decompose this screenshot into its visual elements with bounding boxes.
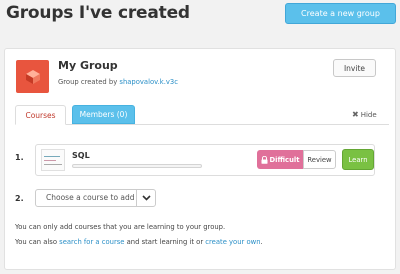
page-title: Groups I've created [6, 3, 190, 23]
group-logo [16, 60, 49, 93]
info-text-2-prefix: You can also [15, 238, 60, 246]
tab-members[interactable]: Members (0) [72, 105, 135, 124]
course-progress-bar [72, 164, 202, 168]
create-group-button[interactable]: Create a new group [285, 3, 396, 24]
create-own-link[interactable]: create your own [205, 238, 260, 246]
choose-course-select[interactable]: Choose a course to add [35, 189, 156, 207]
course-thumbnail[interactable] [41, 149, 65, 171]
lock-icon [261, 155, 267, 164]
difficult-button[interactable]: Difficult [257, 150, 303, 169]
search-course-link[interactable]: search for a course [59, 238, 124, 246]
creator-link[interactable]: shapovalov.k.v3c [119, 78, 178, 86]
learn-button[interactable]: Learn [342, 149, 374, 170]
group-logo-icon [25, 69, 40, 84]
info-text-2-suffix: . [260, 238, 263, 246]
group-name: My Group [58, 59, 118, 72]
review-button[interactable]: Review [303, 150, 336, 169]
created-by-label: Group created by [58, 78, 120, 86]
info-text-2: You can also search for a course and sta… [15, 238, 263, 246]
difficult-label: Difficult [269, 155, 300, 164]
info-text-1: You can only add courses that you are le… [15, 223, 226, 231]
invite-button[interactable]: Invite [333, 59, 376, 77]
course-row: SQL Difficult Review Learn [35, 144, 375, 176]
hide-link[interactable]: ✖ Hide [352, 110, 377, 119]
group-created-by: Group created by shapovalov.k.v3c [58, 78, 178, 86]
add-course-number: 2. [15, 194, 24, 203]
tab-courses[interactable]: Courses [15, 105, 66, 125]
hide-label: Hide [360, 110, 377, 119]
chevron-down-icon[interactable] [136, 190, 155, 206]
group-card: My Group Group created by shapovalov.k.v… [4, 48, 396, 270]
close-icon: ✖ [352, 110, 359, 119]
info-text-2-middle: and start learning it or [124, 238, 206, 246]
course-number: 1. [15, 153, 24, 162]
choose-course-value: Choose a course to add [46, 193, 135, 202]
course-name[interactable]: SQL [72, 151, 90, 160]
tabs-divider [15, 124, 389, 125]
